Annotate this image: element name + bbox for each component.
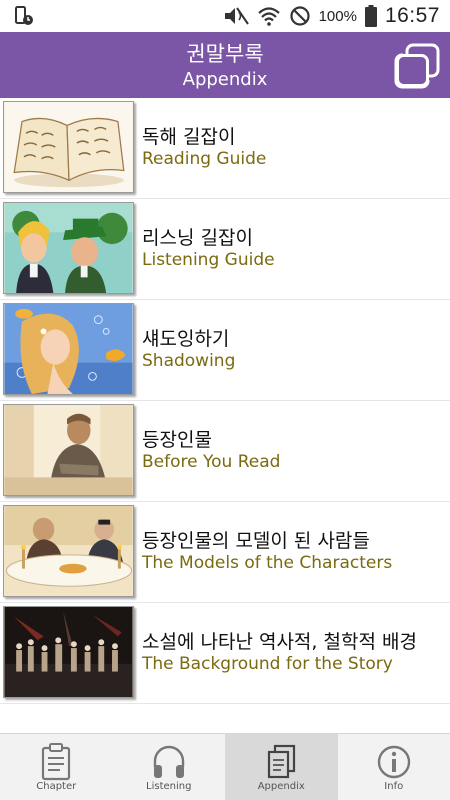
tab-label: Listening xyxy=(146,781,192,792)
seated-man-illustration xyxy=(3,404,134,496)
appendix-list: 독해 길잡이 Reading Guide 리스닝 길잡이 Listening G xyxy=(0,98,450,704)
page-title-english: Appendix xyxy=(182,69,268,90)
item-title-english: The Models of the Characters xyxy=(142,553,393,573)
list-item-models-of-characters[interactable]: 등장인물의 모델이 된 사람들 The Models of the Charac… xyxy=(0,502,450,603)
page-title-korean: 권말부록 xyxy=(186,42,264,66)
tab-label: Chapter xyxy=(36,781,77,792)
tab-info[interactable]: Info xyxy=(338,734,450,800)
notification-icon xyxy=(15,6,33,25)
status-bar: 100% 16:57 xyxy=(0,0,450,32)
wifi-icon xyxy=(257,7,280,26)
item-title-korean: 독해 길잡이 xyxy=(142,126,236,148)
item-title-korean: 소설에 나타난 역사적, 철학적 배경 xyxy=(142,631,417,653)
tab-label: Info xyxy=(384,781,404,792)
clock: 16:57 xyxy=(384,4,440,27)
list-item-reading-guide[interactable]: 독해 길잡이 Reading Guide xyxy=(0,98,450,199)
info-icon xyxy=(377,745,410,779)
mermaid-illustration xyxy=(3,303,134,395)
battery-percent: 100% xyxy=(318,7,357,25)
item-title-korean: 섀도잉하기 xyxy=(142,328,230,350)
list-item-background-for-story[interactable]: 소설에 나타난 역사적, 철학적 배경 The Background for t… xyxy=(0,603,450,704)
list-item-shadowing[interactable]: 섀도잉하기 Shadowing xyxy=(0,300,450,401)
tab-label: Appendix xyxy=(257,781,305,792)
dinner-table-illustration xyxy=(3,505,134,597)
item-title-korean: 리스닝 길잡이 xyxy=(142,227,253,249)
do-not-disturb-icon xyxy=(289,6,310,26)
headphones-icon xyxy=(153,745,184,778)
clipboard-icon xyxy=(42,743,71,781)
battery-icon xyxy=(364,5,377,27)
list-item-before-you-read[interactable]: 등장인물 Before You Read xyxy=(0,401,450,502)
tab-chapter[interactable]: Chapter xyxy=(0,734,113,800)
multi-window-icon[interactable] xyxy=(394,43,440,89)
item-title-english: Reading Guide xyxy=(142,149,267,169)
pages-icon xyxy=(268,744,296,779)
mute-icon xyxy=(224,7,249,25)
open-book-illustration xyxy=(3,101,134,193)
item-title-english: The Background for the Story xyxy=(142,654,393,674)
tab-listening[interactable]: Listening xyxy=(113,734,226,800)
item-title-korean: 등장인물의 모델이 된 사람들 xyxy=(142,530,370,552)
item-title-korean: 등장인물 xyxy=(142,429,212,451)
item-title-english: Listening Guide xyxy=(142,250,275,270)
app-header: 권말부록 Appendix xyxy=(0,32,450,98)
tab-appendix[interactable]: Appendix xyxy=(225,734,338,800)
stage-crowd-photo xyxy=(3,606,134,698)
bottom-navigation: Chapter Listening Appendix Info xyxy=(0,733,450,800)
item-title-english: Shadowing xyxy=(142,351,236,371)
list-item-listening-guide[interactable]: 리스닝 길잡이 Listening Guide xyxy=(0,199,450,300)
two-characters-illustration xyxy=(3,202,134,294)
item-title-english: Before You Read xyxy=(142,452,281,472)
